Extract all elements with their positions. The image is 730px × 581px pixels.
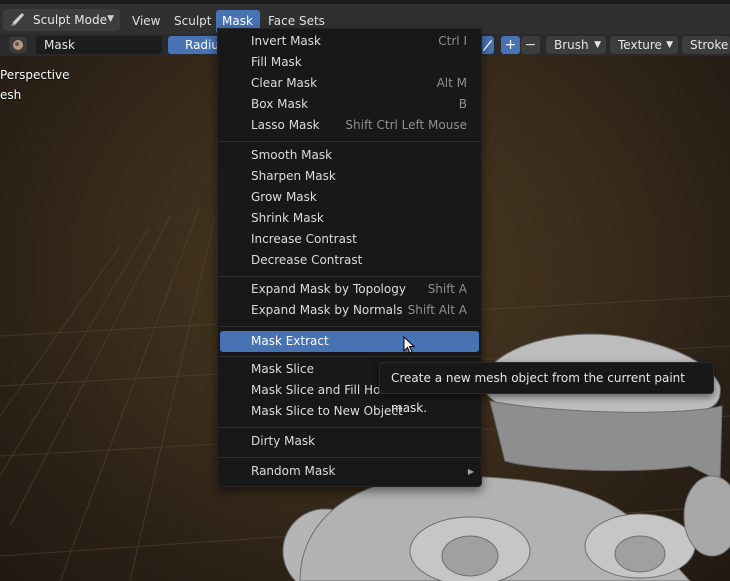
menu-item-expand-mask-normals[interactable]: Expand Mask by Normals Shift Alt A [220, 300, 479, 321]
menu-item-fill-mask[interactable]: Fill Mask [220, 52, 479, 73]
mode-selector[interactable]: Sculpt Mode ▼ [3, 9, 120, 31]
menu-sculpt[interactable]: Sculpt [168, 10, 217, 32]
menu-item-increase-contrast[interactable]: Increase Contrast [220, 229, 479, 250]
chevron-down-icon: ▼ [107, 14, 114, 24]
object-name-label: esh [0, 88, 22, 102]
menu-separator [218, 356, 481, 357]
brush-thumbnail-icon[interactable] [9, 37, 27, 53]
menu-item-mask-slice-new-object[interactable]: Mask Slice to New Object [220, 401, 479, 422]
menu-item-mask-extract[interactable]: Mask Extract [220, 331, 479, 352]
mode-label: Sculpt Mode [33, 13, 107, 27]
sculpt-brush-icon [11, 13, 24, 26]
menu-separator [218, 141, 481, 142]
texture-dropdown-label: Texture [618, 38, 662, 52]
mask-add-button[interactable]: + [501, 36, 520, 54]
menu-item-box-mask[interactable]: Box Mask B [220, 94, 479, 115]
menu-item-grow-mask[interactable]: Grow Mask [220, 187, 479, 208]
tooltip: Create a new mesh object from the curren… [379, 362, 714, 415]
menu-item-decrease-contrast[interactable]: Decrease Contrast [220, 250, 479, 271]
submenu-arrow-icon: ▶ [467, 467, 474, 476]
menu-item-clear-mask[interactable]: Clear Mask Alt M [220, 73, 479, 94]
menu-item-shrink-mask[interactable]: Shrink Mask [220, 208, 479, 229]
chevron-down-icon: ▼ [594, 40, 601, 50]
brush-dropdown-label: Brush [554, 38, 589, 52]
menu-item-lasso-mask[interactable]: Lasso Mask Shift Ctrl Left Mouse [220, 115, 479, 136]
stroke-dropdown-label: Stroke [690, 38, 729, 52]
menu-view[interactable]: View [126, 10, 166, 32]
pen-pressure-icon[interactable] [480, 36, 494, 54]
stroke-dropdown[interactable]: Stroke [682, 36, 730, 54]
menu-separator [218, 457, 481, 458]
radius-field[interactable]: Radiu [168, 36, 220, 54]
mask-menu-dropdown: Invert Mask Ctrl I Fill Mask Clear Mask … [217, 28, 482, 487]
brush-dropdown[interactable]: Brush ▼ [546, 36, 606, 54]
menu-item-smooth-mask[interactable]: Smooth Mask [220, 145, 479, 166]
menu-item-expand-mask-topology[interactable]: Expand Mask by Topology Shift A [220, 279, 479, 300]
menu-separator [218, 326, 481, 327]
mouse-cursor-icon [403, 336, 416, 354]
menu-item-dirty-mask[interactable]: Dirty Mask [220, 431, 479, 452]
menu-item-sharpen-mask[interactable]: Sharpen Mask [220, 166, 479, 187]
mask-subtract-button[interactable]: − [521, 36, 540, 54]
menu-separator [218, 427, 481, 428]
view-perspective-label: Perspective [0, 68, 70, 82]
menu-item-random-mask[interactable]: Random Mask ▶ [220, 461, 479, 482]
texture-dropdown[interactable]: Texture ▼ [610, 36, 678, 54]
chevron-down-icon: ▼ [666, 40, 673, 50]
brush-name-field[interactable]: Mask [36, 36, 162, 54]
menu-separator [218, 276, 481, 277]
menu-item-invert-mask[interactable]: Invert Mask Ctrl I [220, 31, 479, 52]
